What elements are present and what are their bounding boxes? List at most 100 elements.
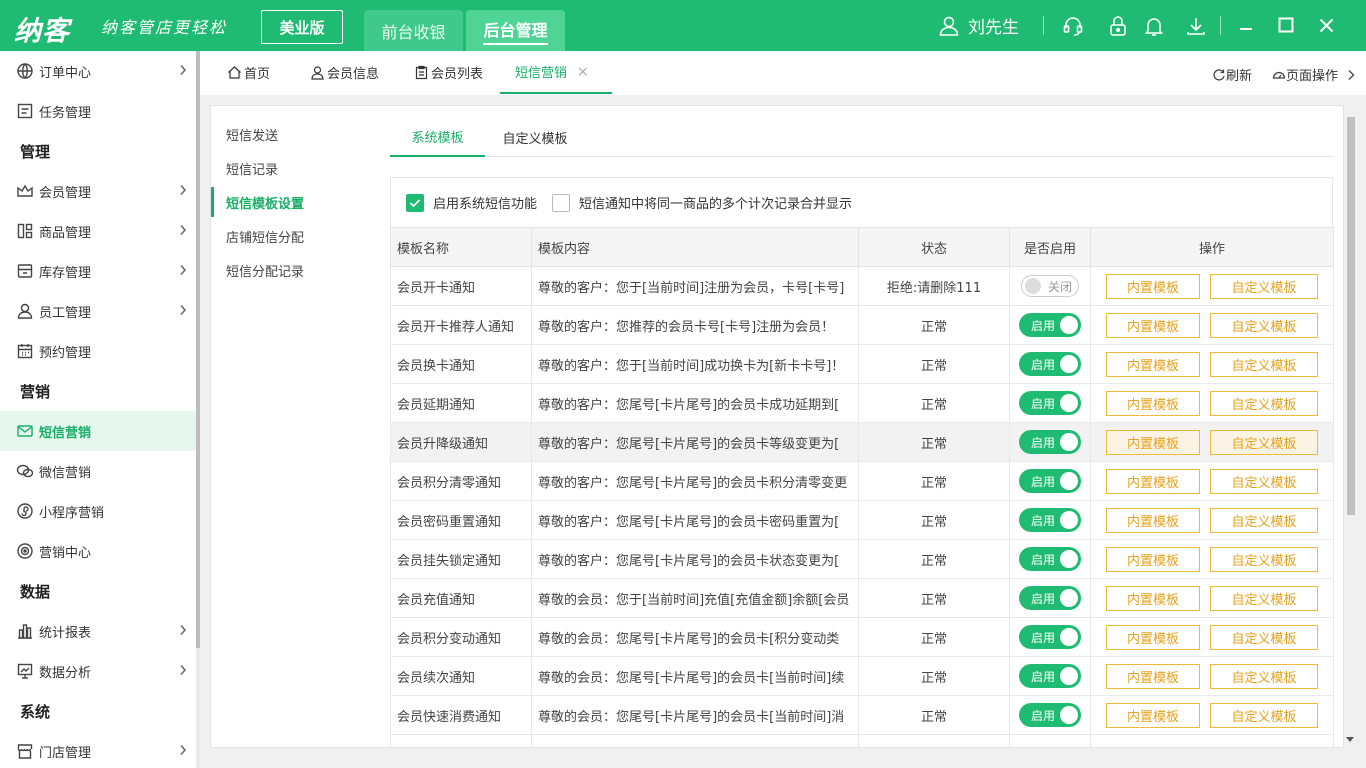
custom-template-button[interactable]: 自定义模板 (1210, 429, 1318, 455)
custom-template-button[interactable]: 自定义模板 (1210, 351, 1318, 377)
analysis-icon (15, 661, 35, 681)
builtin-template-button[interactable]: 内置模板 (1106, 312, 1200, 338)
table-row: 会员挂失锁定通知 尊敬的客户：您尾号[卡片尾号]的会员卡状态变更为[正常 启用 内置模… (390, 539, 1334, 579)
sidebar-item[interactable]: 门店管理 (0, 731, 196, 768)
col-template-content: 模板内容 (531, 227, 859, 267)
custom-template-button[interactable]: 自定义模板 (1210, 507, 1318, 533)
builtin-template-button[interactable]: 内置模板 (1106, 585, 1200, 611)
enable-toggle[interactable]: 启用 (1019, 391, 1081, 415)
chevron-right-icon[interactable] (1346, 69, 1356, 81)
scroll-down-arrow-icon[interactable] (1346, 737, 1354, 743)
enable-toggle[interactable]: 启用 (1019, 508, 1081, 532)
sidebar-item[interactable]: 商品管理 (0, 211, 196, 251)
custom-template-button[interactable]: 自定义模板 (1210, 273, 1318, 299)
enabled-cell: 启用 (1009, 578, 1091, 618)
sidebar-item[interactable]: 数据分析 (0, 651, 196, 691)
sidebar-item[interactable]: 统计报表 (0, 611, 196, 651)
enable-toggle[interactable]: 启用 (1019, 313, 1081, 337)
enable-toggle[interactable]: 启用 (1019, 469, 1081, 493)
user-menu[interactable]: 刘先生 (938, 13, 1019, 38)
merge-records-checkbox[interactable] (552, 193, 571, 212)
enabled-cell: 启用 (1009, 461, 1091, 501)
enable-toggle[interactable]: 关闭 (1021, 275, 1079, 297)
custom-template-button[interactable]: 自定义模板 (1210, 468, 1318, 494)
maximize-icon[interactable] (1278, 17, 1294, 33)
builtin-template-button[interactable]: 内置模板 (1106, 273, 1200, 299)
builtin-template-button[interactable]: 内置模板 (1106, 507, 1200, 533)
submenu-item[interactable]: 短信分配记录 (211, 253, 372, 287)
enable-toggle[interactable]: 启用 (1019, 703, 1081, 727)
submenu-item[interactable]: 短信模板设置 (211, 185, 372, 219)
builtin-template-button[interactable]: 内置模板 (1106, 429, 1200, 455)
back-office-tab[interactable]: 后台管理 (466, 10, 565, 51)
tab-member-list[interactable]: 会员列表 (414, 51, 483, 94)
tab-system-template[interactable]: 系统模板 (390, 117, 485, 157)
sidebar-group-label: 系统 (20, 702, 51, 721)
sidebar-item[interactable]: 短信营销 (0, 411, 196, 451)
actions-cell (1090, 734, 1334, 747)
custom-template-button[interactable]: 自定义模板 (1210, 312, 1318, 338)
tab-home[interactable]: 首页 (227, 51, 270, 94)
bell-icon[interactable] (1144, 15, 1164, 37)
sidebar-item[interactable]: 库存管理 (0, 251, 196, 291)
headset-icon[interactable] (1062, 15, 1084, 37)
enable-toggle[interactable]: 启用 (1019, 625, 1081, 649)
builtin-template-button[interactable]: 内置模板 (1106, 546, 1200, 572)
sidebar-item[interactable]: 订单中心 (0, 51, 196, 91)
sidebar-scrollbar[interactable] (196, 51, 200, 768)
sidebar-item-label: 统计报表 (39, 625, 92, 641)
store-icon (15, 741, 35, 761)
custom-template-button[interactable]: 自定义模板 (1210, 546, 1318, 572)
page-ops-button[interactable]: 页面操作 (1272, 65, 1338, 84)
tab-sms-marketing[interactable]: 短信营销 × (500, 51, 612, 94)
custom-template-button[interactable]: 自定义模板 (1210, 663, 1318, 689)
enable-toggle[interactable]: 启用 (1019, 430, 1081, 454)
submenu-item[interactable]: 店铺短信分配 (211, 219, 372, 253)
sidebar-item[interactable]: 微信营销 (0, 451, 196, 491)
builtin-template-button[interactable]: 内置模板 (1106, 624, 1200, 650)
refresh-button[interactable]: 刷新 (1212, 65, 1252, 84)
enable-sms-checkbox[interactable] (406, 193, 424, 212)
submenu-item[interactable]: 短信发送 (211, 117, 372, 151)
page-tab-actions: 刷新 页面操作 (1192, 65, 1356, 84)
sms-options: 启用系统短信功能 短信通知中将同一商品的多个计次记录合并显示 (390, 177, 1333, 227)
sidebar-item[interactable]: 小程序营销 (0, 491, 196, 531)
custom-template-button[interactable]: 自定义模板 (1210, 624, 1318, 650)
close-icon[interactable] (1319, 18, 1334, 33)
sidebar-item[interactable]: 会员管理 (0, 171, 196, 211)
enable-toggle[interactable]: 启用 (1019, 547, 1081, 571)
divider (1220, 16, 1221, 35)
custom-template-button[interactable]: 自定义模板 (1210, 585, 1318, 611)
builtin-template-button[interactable]: 内置模板 (1106, 390, 1200, 416)
enable-toggle[interactable]: 启用 (1019, 664, 1081, 688)
enable-toggle[interactable]: 启用 (1019, 352, 1081, 376)
enable-toggle[interactable]: 启用 (1019, 586, 1081, 610)
custom-template-button[interactable]: 自定义模板 (1210, 390, 1318, 416)
lock-icon[interactable] (1108, 15, 1128, 37)
edition-button[interactable]: 美业版 (261, 10, 343, 44)
template-name: 会员挂失锁定通知 (390, 539, 532, 579)
main-scrollbar[interactable] (1344, 105, 1356, 748)
builtin-template-button[interactable]: 内置模板 (1106, 663, 1200, 689)
builtin-template-button[interactable]: 内置模板 (1106, 468, 1200, 494)
tab-member-info[interactable]: 会员信息 (310, 51, 379, 94)
sidebar-item[interactable]: 员工管理 (0, 291, 196, 331)
sidebar-item[interactable]: 营销中心 (0, 531, 196, 571)
tab-custom-template[interactable]: 自定义模板 (485, 117, 585, 157)
builtin-template-button[interactable]: 内置模板 (1106, 351, 1200, 377)
builtin-template-button[interactable]: 内置模板 (1106, 702, 1200, 728)
download-icon[interactable] (1185, 15, 1207, 37)
sidebar-group-label: 管理 (20, 142, 51, 161)
sidebar-item[interactable]: 任务管理 (0, 91, 196, 131)
minimize-icon[interactable] (1238, 17, 1254, 33)
custom-template-button[interactable]: 自定义模板 (1210, 702, 1318, 728)
actions-cell: 内置模板 自定义模板 (1090, 344, 1334, 384)
main-scroll-thumb[interactable] (1347, 117, 1355, 515)
table-row: 会员积分清零通知 尊敬的客户：您尾号[卡片尾号]的会员卡积分清零变更 正常 启用 内置模… (390, 461, 1334, 501)
sidebar-item[interactable]: 预约管理 (0, 331, 196, 371)
chevron-right-icon (179, 184, 187, 196)
submenu-item[interactable]: 短信记录 (211, 151, 372, 185)
front-cashier-tab[interactable]: 前台收银 (364, 10, 463, 51)
tab-close-icon[interactable]: × (577, 64, 589, 80)
sidebar-scroll-thumb[interactable] (196, 51, 200, 648)
